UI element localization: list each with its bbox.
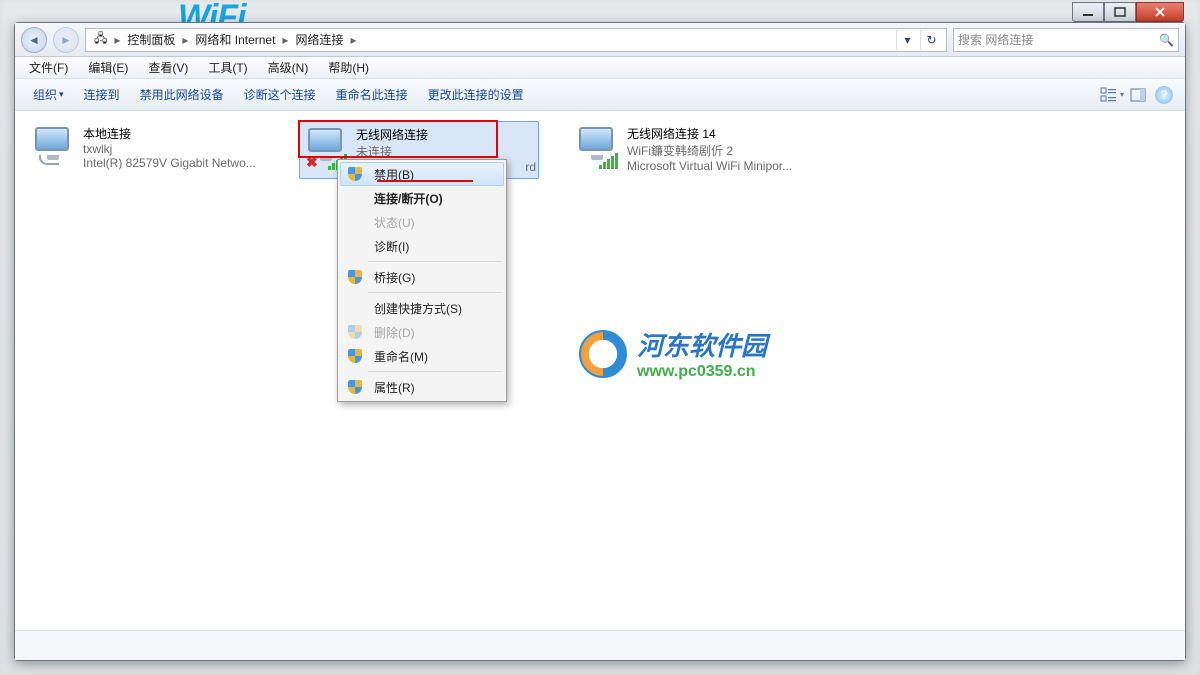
connection-title: 无线网络连接 14 (627, 125, 792, 142)
minimize-button[interactable] (1072, 2, 1104, 22)
content-area[interactable]: 本地连接 txwlkj Intel(R) 82579V Gigabit Netw… (15, 111, 1185, 630)
connection-device: Intel(R) 82579V Gigabit Netwo... (83, 156, 256, 170)
status-bar (15, 630, 1185, 660)
cmd-rename[interactable]: 重命名此连接 (326, 79, 418, 110)
command-bar: 组织 连接到 禁用此网络设备 诊断这个连接 重命名此连接 更改此连接的设置 ▾ … (15, 79, 1185, 111)
nav-forward-button[interactable]: ► (53, 27, 79, 53)
maximize-button[interactable] (1104, 2, 1136, 22)
shield-icon (348, 167, 362, 181)
connection-title: 无线网络连接 (356, 126, 536, 143)
address-bar: ◄ ► 🖧 ▸ 控制面板 ▸ 网络和 Internet ▸ 网络连接 ▸ ▾ ↻… (15, 23, 1185, 57)
separator (368, 371, 502, 372)
nav-back-button[interactable]: ◄ (21, 27, 47, 53)
connection-status: txwlkj (83, 142, 256, 156)
search-placeholder: 搜索 网络连接 (958, 31, 1033, 48)
ctx-create-shortcut[interactable]: 创建快捷方式(S) (340, 296, 504, 320)
breadcrumb-root-icon[interactable]: 🖧 (90, 29, 111, 51)
shield-icon (348, 380, 362, 394)
search-input[interactable]: 搜索 网络连接 🔍 (953, 28, 1179, 52)
highlight-underline (377, 180, 473, 182)
ctx-delete[interactable]: 删除(D) (340, 320, 504, 344)
connection-local[interactable]: 本地连接 txwlkj Intel(R) 82579V Gigabit Netw… (27, 121, 267, 174)
ctx-disable[interactable]: 禁用(B) (340, 162, 504, 186)
wifi-icon (577, 125, 619, 167)
cmd-disable-device[interactable]: 禁用此网络设备 (130, 79, 234, 110)
cmd-diagnose[interactable]: 诊断这个连接 (234, 79, 326, 110)
explorer-window: ◄ ► 🖧 ▸ 控制面板 ▸ 网络和 Internet ▸ 网络连接 ▸ ▾ ↻… (14, 22, 1186, 661)
breadcrumb-network-internet[interactable]: 网络和 Internet (191, 29, 279, 51)
ctx-status[interactable]: 状态(U) (340, 210, 504, 234)
separator (368, 261, 502, 262)
watermark-url: www.pc0359.cn (637, 363, 767, 381)
connection-status: WiFi鐮变韩绮剧伒 2 (627, 142, 792, 159)
ctx-bridge[interactable]: 桥接(G) (340, 265, 504, 289)
menu-advanced[interactable]: 高级(N) (258, 57, 319, 78)
chevron-right-icon: ▸ (113, 33, 121, 47)
address-dropdown-button[interactable]: ▾ (896, 29, 918, 51)
chevron-right-icon: ▸ (181, 33, 189, 47)
connection-title: 本地连接 (83, 125, 256, 142)
view-layout-button[interactable]: ▾ (1099, 83, 1125, 107)
search-icon: 🔍 (1159, 33, 1174, 47)
chevron-right-icon: ▸ (281, 33, 289, 47)
separator (368, 292, 502, 293)
close-button[interactable] (1136, 2, 1184, 22)
organize-button[interactable]: 组织 (23, 79, 74, 110)
breadcrumb-network-connections[interactable]: 网络连接 (291, 29, 347, 51)
menu-view[interactable]: 查看(V) (138, 57, 198, 78)
watermark-logo-icon (579, 330, 627, 378)
ctx-diagnose[interactable]: 诊断(I) (340, 234, 504, 258)
ctx-connect-disconnect[interactable]: 连接/断开(O) (340, 186, 504, 210)
refresh-button[interactable]: ↻ (920, 29, 942, 51)
preview-pane-button[interactable] (1125, 83, 1151, 107)
menu-tools[interactable]: 工具(T) (198, 57, 257, 78)
window-controls (1072, 2, 1184, 22)
shield-icon (348, 349, 362, 363)
ethernet-icon (33, 125, 75, 167)
menu-bar: 文件(F) 编辑(E) 查看(V) 工具(T) 高级(N) 帮助(H) (15, 57, 1185, 79)
cmd-change-settings[interactable]: 更改此连接的设置 (418, 79, 534, 110)
breadcrumb-bar[interactable]: 🖧 ▸ 控制面板 ▸ 网络和 Internet ▸ 网络连接 ▸ ▾ ↻ (85, 28, 947, 52)
ctx-rename[interactable]: 重命名(M) (340, 344, 504, 368)
ctx-properties[interactable]: 属性(R) (340, 375, 504, 399)
menu-help[interactable]: 帮助(H) (318, 57, 379, 78)
context-menu: 禁用(B) 连接/断开(O) 状态(U) 诊断(I) 桥接(G) 创建快捷方式(… (337, 159, 507, 402)
breadcrumb-control-panel[interactable]: 控制面板 (123, 29, 179, 51)
shield-icon (348, 325, 362, 339)
chevron-right-icon: ▸ (349, 33, 357, 47)
connection-virtual-wifi[interactable]: 无线网络连接 14 WiFi鐮变韩绮剧伒 2 Microsoft Virtual… (571, 121, 811, 177)
connection-device: Microsoft Virtual WiFi Minipor... (627, 159, 792, 173)
watermark: 河东软件园 www.pc0359.cn (579, 326, 767, 381)
menu-file[interactable]: 文件(F) (19, 57, 78, 78)
watermark-title: 河东软件园 (637, 326, 767, 363)
cmd-connect-to[interactable]: 连接到 (74, 79, 130, 110)
help-button[interactable]: ? (1155, 86, 1173, 104)
shield-icon (348, 270, 362, 284)
menu-edit[interactable]: 编辑(E) (78, 57, 138, 78)
connection-status: 未连接 (356, 143, 536, 160)
